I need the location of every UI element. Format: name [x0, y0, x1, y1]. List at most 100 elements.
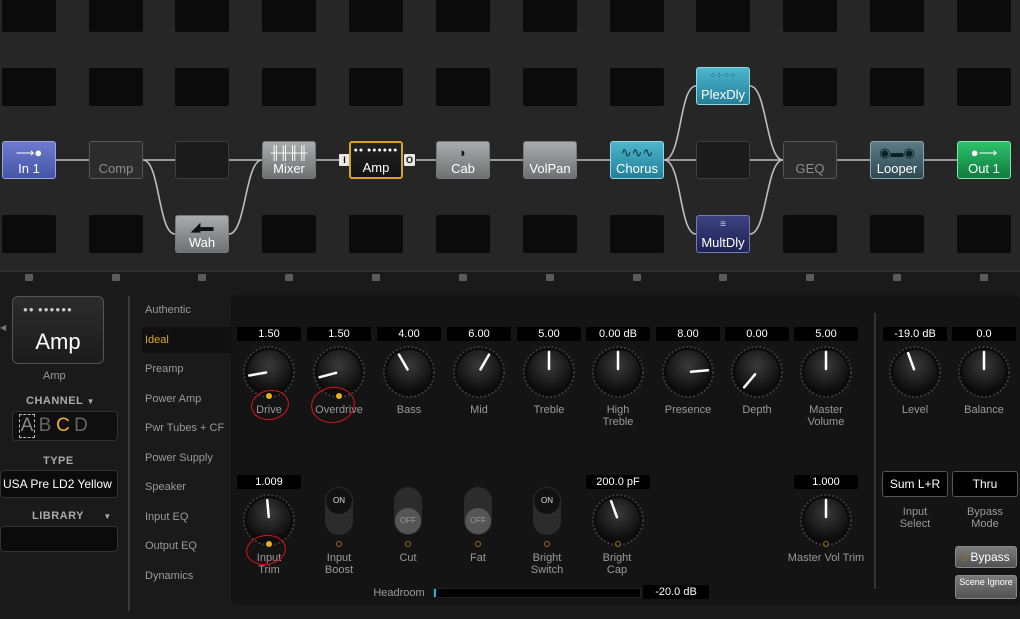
- grid-cell[interactable]: [89, 215, 143, 253]
- block-comp[interactable]: Comp: [89, 141, 143, 179]
- block-geq[interactable]: GEQ: [783, 141, 837, 179]
- column-marker[interactable]: [806, 274, 814, 281]
- bass-knob[interactable]: [384, 347, 434, 397]
- block-multdly[interactable]: ≡ MultDly: [696, 215, 750, 253]
- depth-knob[interactable]: [732, 347, 782, 397]
- column-marker[interactable]: [546, 274, 554, 281]
- grid-cell[interactable]: [2, 0, 56, 32]
- grid-cell[interactable]: [783, 0, 837, 32]
- channel-d[interactable]: D: [73, 415, 89, 437]
- grid-cell[interactable]: [262, 0, 316, 32]
- block-input[interactable]: ⟶● In 1: [2, 141, 56, 179]
- presence-knob[interactable]: [663, 347, 713, 397]
- bright-switch-toggle[interactable]: ON: [533, 487, 561, 535]
- library-heading[interactable]: LIBRARY ▼: [32, 510, 112, 522]
- menu-item-input-eq[interactable]: Input EQ: [145, 511, 188, 523]
- channel-c[interactable]: C: [55, 415, 71, 437]
- column-marker[interactable]: [198, 274, 206, 281]
- level-knob[interactable]: [890, 347, 940, 397]
- bright-cap-knob[interactable]: [593, 495, 643, 545]
- grid-cell[interactable]: [870, 0, 924, 32]
- block-chorus[interactable]: ∿∿∿ Chorus: [610, 141, 664, 179]
- grid-cell[interactable]: [436, 215, 490, 253]
- column-marker[interactable]: [25, 274, 33, 281]
- column-marker[interactable]: [633, 274, 641, 281]
- menu-item-ideal[interactable]: Ideal: [142, 327, 234, 353]
- bass-value[interactable]: 4.00: [377, 327, 441, 341]
- block-cab[interactable]: ◗ Cab: [436, 141, 490, 179]
- block-empty-shunt[interactable]: [175, 141, 229, 179]
- column-marker[interactable]: [980, 274, 988, 281]
- menu-item-preamp[interactable]: Preamp: [145, 363, 184, 375]
- grid-cell[interactable]: [610, 0, 664, 32]
- input-select-dropdown[interactable]: Sum L+R: [882, 471, 948, 497]
- grid-cell[interactable]: [175, 68, 229, 106]
- grid-cell[interactable]: [2, 68, 56, 106]
- grid-cell[interactable]: [523, 0, 577, 32]
- grid-cell[interactable]: [262, 68, 316, 106]
- bright-cap-value[interactable]: 200.0 pF: [586, 475, 650, 489]
- input-trim-value[interactable]: 1.009: [237, 475, 301, 489]
- mid-value[interactable]: 6.00: [447, 327, 511, 341]
- bypass-button[interactable]: Bypass: [955, 546, 1017, 568]
- menu-item-pwr-tubes-cf[interactable]: Pwr Tubes + CF: [145, 422, 224, 434]
- grid-cell[interactable]: [957, 0, 1011, 32]
- block-looper[interactable]: ◉▬◉ Looper: [870, 141, 924, 179]
- menu-item-dynamics[interactable]: Dynamics: [145, 570, 193, 582]
- grid-cell[interactable]: [2, 215, 56, 253]
- library-dropdown[interactable]: [0, 526, 118, 552]
- menu-item-power-supply[interactable]: Power Supply: [145, 452, 213, 464]
- block-plexdly[interactable]: ⁘⁘⁘⁘ PlexDly: [696, 67, 750, 105]
- grid-cell[interactable]: [523, 68, 577, 106]
- balance-knob[interactable]: [959, 347, 1009, 397]
- column-marker[interactable]: [372, 274, 380, 281]
- column-marker[interactable]: [893, 274, 901, 281]
- balance-value[interactable]: 0.0: [952, 327, 1016, 341]
- menu-item-speaker[interactable]: Speaker: [145, 481, 186, 493]
- channel-b[interactable]: B: [37, 415, 53, 437]
- column-marker[interactable]: [285, 274, 293, 281]
- amp-tile[interactable]: ●● ●●●●●● Amp: [12, 296, 104, 364]
- menu-item-output-eq[interactable]: Output EQ: [145, 540, 197, 552]
- cut-toggle[interactable]: OFF: [394, 487, 422, 535]
- block-mixer[interactable]: ╫╫╫╫ Mixer: [262, 141, 316, 179]
- grid-cell[interactable]: [610, 215, 664, 253]
- grid-cell[interactable]: [957, 215, 1011, 253]
- master-volume-knob[interactable]: [801, 347, 851, 397]
- high-treble-knob[interactable]: [593, 347, 643, 397]
- grid-cell[interactable]: [262, 215, 316, 253]
- menu-item-authentic[interactable]: Authentic: [145, 304, 191, 316]
- collapse-arrow-icon[interactable]: ◀: [0, 323, 6, 332]
- treble-value[interactable]: 5.00: [517, 327, 581, 341]
- block-wah[interactable]: ◢▬ Wah: [175, 215, 229, 253]
- grid-cell[interactable]: [696, 0, 750, 32]
- column-marker[interactable]: [112, 274, 120, 281]
- mid-knob[interactable]: [454, 347, 504, 397]
- drive-value[interactable]: 1.50: [237, 327, 301, 341]
- master-vol-trim-knob[interactable]: [801, 495, 851, 545]
- high-treble-value[interactable]: 0.00 dB: [586, 327, 650, 341]
- block-empty-shunt[interactable]: [696, 141, 750, 179]
- grid-cell[interactable]: [436, 0, 490, 32]
- level-value[interactable]: -19.0 dB: [883, 327, 947, 341]
- block-output[interactable]: ●⟶ Out 1: [957, 141, 1011, 179]
- bypass-mode-dropdown[interactable]: Thru: [952, 471, 1018, 497]
- column-marker[interactable]: [719, 274, 727, 281]
- grid-cell[interactable]: [783, 68, 837, 106]
- fat-toggle[interactable]: OFF: [464, 487, 492, 535]
- grid-cell[interactable]: [349, 215, 403, 253]
- grid-cell[interactable]: [349, 68, 403, 106]
- depth-value[interactable]: 0.00: [725, 327, 789, 341]
- channel-selector[interactable]: A B C D: [12, 411, 118, 441]
- menu-item-power-amp[interactable]: Power Amp: [145, 393, 201, 405]
- channel-heading[interactable]: CHANNEL ▼: [26, 395, 95, 407]
- grid-cell[interactable]: [175, 0, 229, 32]
- treble-knob[interactable]: [524, 347, 574, 397]
- grid-cell[interactable]: [523, 215, 577, 253]
- grid-cell[interactable]: [870, 215, 924, 253]
- grid-cell[interactable]: [349, 0, 403, 32]
- grid-cell[interactable]: [89, 68, 143, 106]
- grid-cell[interactable]: [870, 68, 924, 106]
- grid-cell[interactable]: [783, 215, 837, 253]
- master-volume-value[interactable]: 5.00: [794, 327, 858, 341]
